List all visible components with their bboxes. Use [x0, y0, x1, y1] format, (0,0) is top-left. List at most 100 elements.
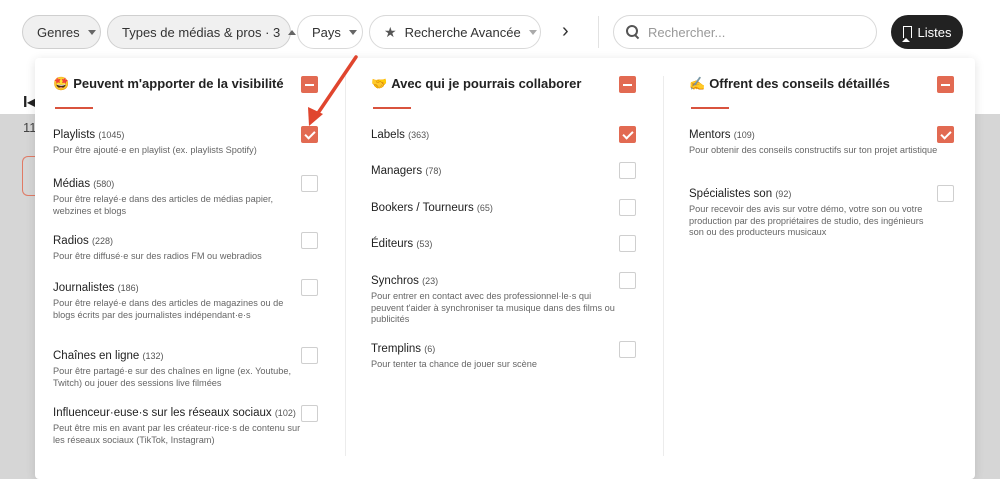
- option-description: Pour obtenir des conseils constructifs s…: [689, 145, 938, 155]
- labels-checkbox[interactable]: [619, 126, 636, 143]
- option-online-channels[interactable]: Chaînes en ligne (132) Pour être partagé…: [53, 349, 325, 389]
- synchros-checkbox[interactable]: [619, 272, 636, 289]
- genres-filter-button[interactable]: Genres: [22, 15, 101, 49]
- column-heading: 🤝 Avec qui je pourrais collaborer: [371, 76, 581, 92]
- search-input[interactable]: [648, 24, 858, 40]
- option-journalists[interactable]: Journalistes (186) Pour être relayé·e da…: [53, 281, 325, 321]
- option-synchros[interactable]: Synchros (23) Pour entrer en contact ave…: [371, 274, 643, 326]
- option-managers[interactable]: Managers (78): [371, 164, 643, 178]
- lists-button-label: Listes: [917, 24, 952, 40]
- sound-specialists-checkbox[interactable]: [937, 185, 954, 202]
- heading-underline: [55, 107, 93, 109]
- column-title: Avec qui je pourrais collaborer: [391, 76, 582, 91]
- advanced-search-label: Recherche Avancée: [404, 24, 521, 40]
- journalists-checkbox[interactable]: [301, 279, 318, 296]
- online-channels-checkbox[interactable]: [301, 347, 318, 364]
- handshake-emoji-icon: 🤝: [371, 76, 388, 91]
- option-description: Pour entrer en contact avec des professi…: [371, 291, 615, 324]
- option-name: Spécialistes son: [689, 188, 773, 200]
- playlists-checkbox[interactable]: [301, 126, 318, 143]
- option-playlists[interactable]: Playlists (1045) Pour être ajouté·e en p…: [53, 128, 325, 157]
- option-description: Pour être ajouté·e en playlist (ex. play…: [53, 145, 257, 155]
- option-count: (363): [408, 130, 430, 140]
- media-types-filter-label: Types de médias & pros · 3: [122, 24, 281, 40]
- publishers-checkbox[interactable]: [619, 235, 636, 252]
- option-description: Pour être relayé·e dans des articles de …: [53, 194, 274, 216]
- option-radios[interactable]: Radios (228) Pour être diffusé·e sur des…: [53, 234, 325, 263]
- option-name: Managers: [371, 165, 423, 177]
- option-name: Influenceur·euse·s sur les réseaux socia…: [53, 407, 272, 419]
- option-publishers[interactable]: Éditeurs (53): [371, 237, 643, 251]
- option-count: (109): [733, 130, 755, 140]
- writing-hand-emoji-icon: ✍️: [689, 76, 706, 91]
- lists-button[interactable]: Listes: [891, 15, 963, 49]
- option-name: Mentors: [689, 129, 731, 141]
- option-count: (580): [93, 179, 115, 189]
- deselect-all-checkbox[interactable]: [301, 76, 318, 93]
- option-count: (132): [142, 351, 164, 361]
- chevron-right-icon[interactable]: ›: [562, 21, 578, 41]
- option-mentors[interactable]: Mentors (109) Pour obtenir des conseils …: [689, 128, 961, 157]
- advanced-search-button[interactable]: ★ Recherche Avancée: [369, 15, 541, 49]
- column-title: Offrent des conseils détaillés: [709, 76, 890, 91]
- option-name: Médias: [53, 178, 91, 190]
- heading-underline: [373, 107, 411, 109]
- background-button-fragment: [22, 156, 36, 196]
- bookers-checkbox[interactable]: [619, 199, 636, 216]
- country-filter-label: Pays: [312, 24, 341, 40]
- column-collaborate: 🤝 Avec qui je pourrais collaborer Labels …: [353, 58, 663, 479]
- mentors-checkbox[interactable]: [937, 126, 954, 143]
- option-name: Tremplins: [371, 343, 422, 355]
- managers-checkbox[interactable]: [619, 162, 636, 179]
- option-contests[interactable]: Tremplins (6) Pour tenter ta chance de j…: [371, 342, 643, 371]
- media-types-dropdown: 🤩 Peuvent m'apporter de la visibilité Pla…: [35, 58, 975, 479]
- chevron-down-icon: [87, 29, 96, 35]
- column-advice: ✍️ Offrent des conseils détaillés Mentors…: [671, 58, 975, 479]
- star-struck-emoji-icon: 🤩: [53, 76, 70, 91]
- option-count: (228): [92, 236, 114, 246]
- option-description: Pour être diffusé·e sur des radios FM ou…: [53, 251, 262, 261]
- contests-checkbox[interactable]: [619, 341, 636, 358]
- option-name: Chaînes en ligne: [53, 350, 140, 362]
- option-sound-specialists[interactable]: Spécialistes son (92) Pour recevoir des …: [689, 187, 961, 239]
- option-name: Journalistes: [53, 282, 115, 294]
- option-count: (78): [425, 166, 442, 176]
- column-heading: ✍️ Offrent des conseils détaillés: [689, 76, 890, 92]
- option-medias[interactable]: Médias (580) Pour être relayé·e dans des…: [53, 177, 325, 217]
- deselect-all-checkbox[interactable]: [937, 76, 954, 93]
- search-icon: [626, 25, 640, 39]
- column-title: Peuvent m'apporter de la visibilité: [73, 76, 284, 91]
- option-influencers[interactable]: Influenceur·euse·s sur les réseaux socia…: [53, 406, 325, 446]
- option-name: Labels: [371, 129, 405, 141]
- option-description: Pour être partagé·e sur des chaînes en l…: [53, 366, 292, 388]
- option-name: Synchros: [371, 275, 419, 287]
- filter-bar: Genres Types de médias & pros · 3 Pays ★…: [0, 0, 1000, 62]
- radios-checkbox[interactable]: [301, 232, 318, 249]
- option-name: Bookers / Tourneurs: [371, 202, 474, 214]
- column-divider: [663, 76, 664, 456]
- influencers-checkbox[interactable]: [301, 405, 318, 422]
- bookmark-icon: [902, 26, 912, 42]
- deselect-all-checkbox[interactable]: [619, 76, 636, 93]
- option-count: (65): [476, 203, 493, 213]
- country-filter-button[interactable]: Pays: [297, 15, 363, 49]
- column-visibility: 🤩 Peuvent m'apporter de la visibilité Pla…: [35, 58, 345, 479]
- chevron-up-icon: [288, 29, 297, 35]
- option-description: Peut être mis en avant par les créateur·…: [53, 423, 301, 445]
- option-count: (23): [422, 276, 439, 286]
- column-heading: 🤩 Peuvent m'apporter de la visibilité: [53, 76, 284, 92]
- search-box[interactable]: [613, 15, 877, 49]
- option-bookers[interactable]: Bookers / Tourneurs (65): [371, 201, 643, 215]
- option-count: (186): [117, 283, 139, 293]
- option-labels[interactable]: Labels (363): [371, 128, 643, 142]
- option-count: (102): [274, 408, 296, 418]
- option-count: (92): [775, 189, 792, 199]
- media-types-filter-button[interactable]: Types de médias & pros · 3: [107, 15, 297, 49]
- column-divider: [345, 76, 346, 456]
- option-description: Pour tenter ta chance de jouer sur scène: [371, 359, 537, 369]
- option-count: (1045): [98, 130, 125, 140]
- medias-checkbox[interactable]: [301, 175, 318, 192]
- option-description: Pour être relayé·e dans des articles de …: [53, 298, 284, 320]
- option-count: (53): [416, 239, 433, 249]
- chevron-down-icon: [348, 29, 357, 35]
